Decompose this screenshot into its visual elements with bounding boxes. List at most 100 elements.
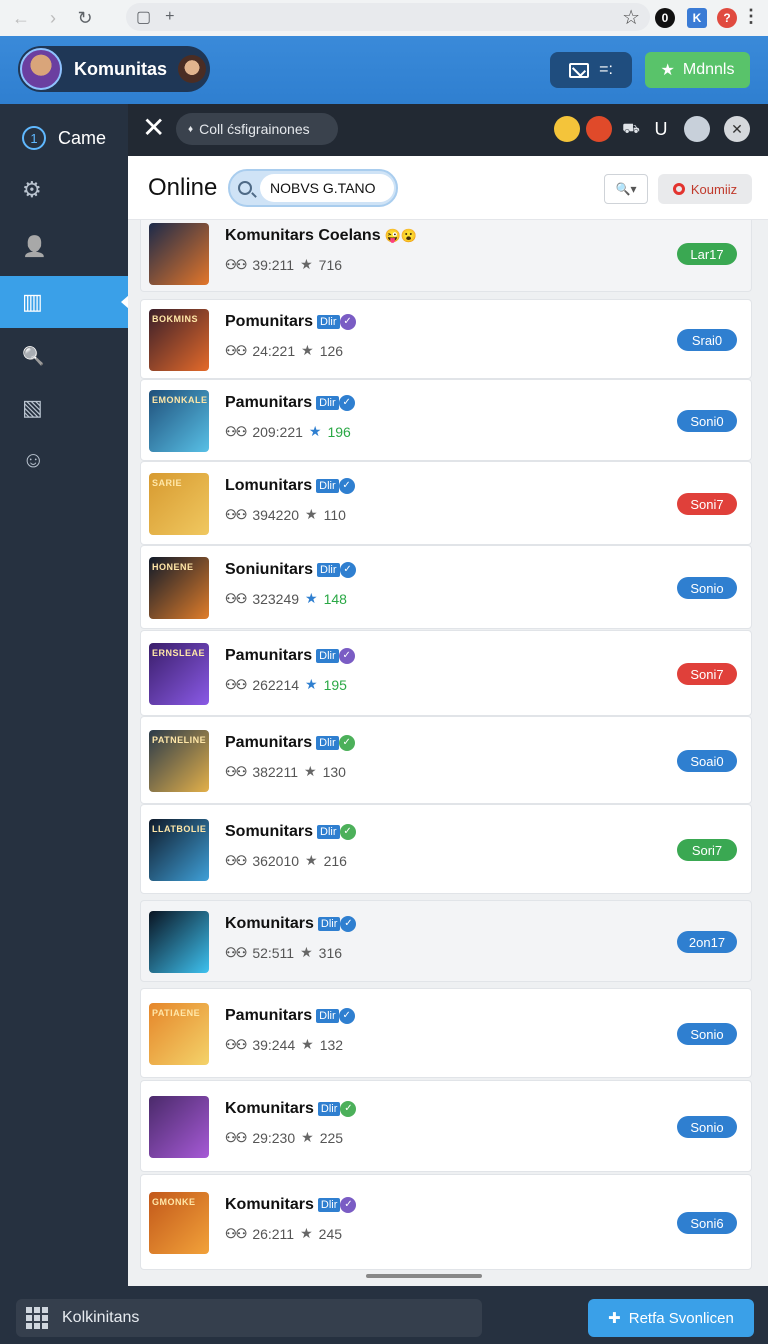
status-badge[interactable]: Soni7 — [677, 493, 737, 515]
verified-icon: ✓ — [338, 395, 355, 411]
clipboard-icon: ▥ — [22, 289, 43, 314]
member-count: 39:244 — [252, 1036, 296, 1053]
chip-label: Coll ćsfigrainones — [199, 121, 310, 137]
community-meta: ⚇⚇ 262214 ★ 195 — [225, 676, 347, 693]
emoji-icon[interactable] — [554, 116, 580, 142]
filter-dropdown[interactable]: 🔍▾ — [604, 174, 648, 204]
status-badge[interactable]: Lar17 — [677, 243, 737, 265]
status-badge[interactable]: 2on17 — [677, 931, 737, 953]
status-badge[interactable]: Soai0 — [677, 750, 737, 772]
status-badge[interactable]: Soni6 — [677, 1212, 737, 1234]
scrollbar[interactable] — [366, 1274, 482, 1278]
category-chip[interactable]: ♦ Coll ćsfigrainones — [176, 113, 338, 145]
browser-menu-icon[interactable]: ⋮ — [742, 6, 760, 27]
address-bar[interactable]: ▢ + ☆ — [126, 3, 650, 31]
thumbnail-caption: ERNSLEAE — [152, 648, 206, 658]
status-badge[interactable]: Sonio — [677, 1116, 737, 1138]
question-badge-icon[interactable]: ? — [717, 8, 737, 28]
list-item[interactable]: ERNSLEAE Pamunitars Dlir ✓ ⚇⚇ 262214 ★ 195 Soni7 — [140, 630, 752, 716]
gear-icon: ⚙ — [22, 177, 42, 202]
list-item[interactable]: GMONKE Komunitars Dlir ✓ ⚇⚇ 26:211 ★ 245 Soni6 — [140, 1174, 752, 1270]
bottom-input[interactable]: Kolkinitans — [16, 1299, 482, 1337]
community-name[interactable]: Pamunitars — [225, 734, 312, 752]
community-name[interactable]: Lomunitars — [225, 477, 312, 495]
u-letter-icon[interactable]: U — [648, 116, 674, 142]
community-name[interactable]: Komunitars — [225, 915, 314, 933]
back-icon[interactable]: ← — [8, 5, 34, 31]
community-name[interactable]: Pamunitars — [225, 1007, 312, 1025]
sidebar-item-clipboard[interactable]: ▥ — [0, 276, 129, 328]
list-item[interactable]: Komunitars Coelans 😜😮 ⚇⚇ 39:211 ★ 716 Lar17 — [140, 220, 752, 292]
verified-icon: ✓ — [338, 648, 355, 664]
game-thumbnail: PATNELINE — [149, 730, 209, 792]
star-icon: ★ — [660, 62, 675, 79]
community-name[interactable]: Pomunitars — [225, 313, 313, 331]
community-name[interactable]: Komunitars Coelans — [225, 227, 381, 245]
sidebar-item-game[interactable]: 1 Came — [0, 112, 128, 164]
circle-badge-icon[interactable]: 0 — [655, 8, 675, 28]
close-icon[interactable]: ✕ — [142, 112, 165, 144]
list-item[interactable]: LLATBOLIE Somunitars Dlir ✓ ⚇⚇ 362010 ★ 216 Sori… — [140, 804, 752, 894]
status-badge[interactable]: Soni7 — [677, 663, 737, 685]
sidebar-item-settings[interactable]: ⚙ — [0, 164, 128, 216]
members-icon: ⚇⚇ — [225, 763, 247, 779]
search-box[interactable] — [228, 169, 398, 207]
bookmark-star-icon[interactable]: ☆ — [622, 5, 640, 30]
community-name[interactable]: Somunitars — [225, 823, 313, 841]
list-item[interactable]: PATIAENE Pamunitars Dlir ✓ ⚇⚇ 39:244 ★ 132 Sonio — [140, 988, 752, 1078]
brand-pill[interactable]: Komunitas — [18, 46, 210, 92]
members-icon: ⚇⚇ — [225, 342, 247, 358]
community-name[interactable]: Komunitars — [225, 1100, 314, 1118]
sidebar-item-people[interactable]: 👤 — [0, 220, 128, 272]
community-name-row: Somunitars Dlir ✓ — [225, 823, 356, 841]
list-item[interactable]: SARIE Lomunitars Dlir ✓ ⚇⚇ 394220 ★ 110 Soni7 — [140, 461, 752, 545]
close-circle-icon[interactable]: ✕ — [724, 116, 750, 142]
rating-value: 110 — [323, 506, 346, 523]
status-badge[interactable]: Srai0 — [677, 329, 737, 351]
sidebar-item-refresh[interactable]: ☺ — [0, 434, 128, 486]
community-list: Komunitars Coelans 😜😮 ⚇⚇ 39:211 ★ 716 Lar17 BOK… — [128, 220, 768, 1286]
community-name[interactable]: Pamunitars — [225, 394, 312, 412]
new-tab-icon[interactable]: + — [165, 8, 174, 26]
member-count: 382211 — [252, 763, 298, 780]
members-icon: ⚇⚇ — [225, 256, 247, 272]
reload-icon[interactable]: ↻ — [72, 5, 98, 31]
status-badge[interactable]: Soni0 — [677, 410, 737, 432]
thumbnail-caption: PATIAENE — [152, 1008, 201, 1018]
member-count: 262214 — [252, 676, 300, 693]
community-name[interactable]: Pamunitars — [225, 647, 312, 665]
community-name[interactable]: Komunitars — [225, 1196, 314, 1214]
community-name[interactable]: Soniunitars — [225, 561, 313, 579]
avatar-red-icon[interactable] — [586, 116, 612, 142]
avatar-portrait-icon[interactable] — [684, 116, 710, 142]
list-item[interactable]: BOKMINS Pomunitars Dlir ✓ ⚇⚇ 24:221 ★ 126 Srai0 — [140, 299, 752, 379]
sidebar-item-document[interactable]: ▧ — [0, 382, 128, 434]
mail-button[interactable]: =: — [550, 52, 632, 88]
vehicle-icon[interactable]: ⛟ — [618, 116, 644, 142]
game-thumbnail: EMONKALE — [149, 390, 209, 452]
list-item[interactable]: Komunitars Dlir ✓ ⚇⚇ 29:230 ★ 225 Sonio — [140, 1080, 752, 1172]
forward-icon[interactable]: › — [40, 5, 66, 31]
tag-badge: Dlir — [316, 1009, 339, 1023]
header-action-button[interactable]: ★ Mdnnls — [645, 52, 750, 88]
status-badge[interactable]: Sonio — [677, 577, 737, 599]
status-badge[interactable]: Sori7 — [677, 839, 737, 861]
game-thumbnail: BOKMINS — [149, 309, 209, 371]
list-item[interactable]: PATNELINE Pamunitars Dlir ✓ ⚇⚇ 382211 ★ 130 Soai… — [140, 716, 752, 804]
user-avatar — [20, 48, 62, 90]
status-button[interactable]: Koumiiz — [658, 174, 752, 204]
list-item[interactable]: Komunitars Dlir ✓ ⚇⚇ 52:511 ★ 316 2on17 — [140, 900, 752, 982]
thumbnail-caption: HONENE — [152, 562, 194, 572]
bottom-action-button[interactable]: ✚ Retfa Svonlicen — [588, 1299, 754, 1337]
number-one-icon: 1 — [22, 126, 46, 150]
rating-value: 148 — [323, 590, 347, 607]
k-extension-icon[interactable]: K — [687, 8, 707, 28]
list-item[interactable]: HONENE Soniunitars Dlir ✓ ⚇⚇ 323249 ★ 148 Sonio — [140, 545, 752, 629]
search-input[interactable] — [260, 174, 394, 202]
member-count: 24:221 — [252, 342, 296, 359]
secondary-avatar — [178, 55, 206, 83]
rating-value: 126 — [319, 342, 344, 359]
list-item[interactable]: EMONKALE Pamunitars Dlir ✓ ⚇⚇ 209:221 ★ 196 Soni… — [140, 379, 752, 461]
status-badge[interactable]: Sonio — [677, 1023, 737, 1045]
sidebar-item-search[interactable]: 🔍 — [0, 330, 128, 382]
